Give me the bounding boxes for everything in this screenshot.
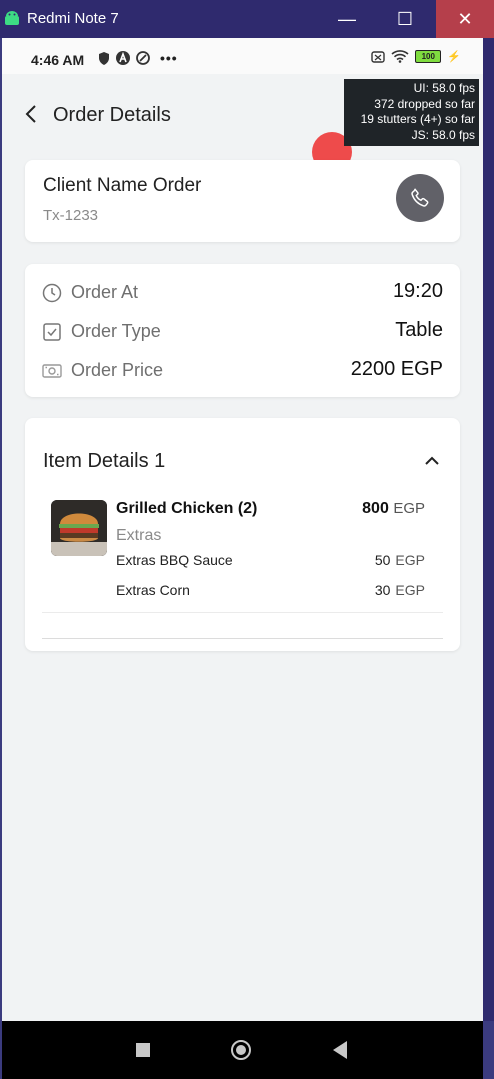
window-edge xyxy=(483,38,494,1021)
order-at-value: 19:20 xyxy=(392,280,443,302)
order-price-label: Order Price xyxy=(71,360,164,380)
a-badge-icon xyxy=(116,51,130,65)
phone-icon xyxy=(411,188,429,207)
clock-icon xyxy=(42,283,62,303)
order-type-label: Order Type xyxy=(71,321,161,341)
perf-stutters: 19 stutters (4+) so far xyxy=(360,112,475,126)
chevron-up-icon[interactable] xyxy=(424,456,440,466)
order-at-label: Order At xyxy=(71,282,139,302)
extra-row: Extras BBQ Sauce 50 EGP xyxy=(116,552,425,572)
more-notifications-icon: ••• xyxy=(160,50,178,66)
sync-icon xyxy=(136,51,150,65)
extra-price-currency: EGP xyxy=(395,552,425,568)
maximize-button[interactable]: ☐ xyxy=(376,0,434,38)
order-type-value: Table xyxy=(395,319,443,341)
item-name: Grilled Chicken (2) xyxy=(116,500,258,517)
order-at-row: Order At 19:20 xyxy=(42,278,443,306)
sim-off-icon xyxy=(371,50,385,63)
recents-icon[interactable] xyxy=(136,1043,150,1057)
back-triangle-icon[interactable] xyxy=(333,1041,347,1059)
perf-js-fps: JS: 58.0 fps xyxy=(411,127,475,142)
phone-screen: 4:46 AM ••• 100 ⚡ Order Details UI: 58.0… xyxy=(2,38,483,1021)
divider xyxy=(42,612,443,613)
status-time: 4:46 AM xyxy=(31,52,85,68)
window-title-bar: Redmi Note 7 — ☐ ✕ xyxy=(0,0,494,38)
order-info-card: Order At 19:20 Order Type Table Order Pr… xyxy=(25,264,460,397)
divider xyxy=(42,638,443,639)
order-type-row: Order Type Table xyxy=(42,317,443,345)
client-card: Client Name Order Tx-1233 xyxy=(25,160,460,242)
minimize-button[interactable]: — xyxy=(318,0,376,38)
order-price-value: 2200 EGP xyxy=(350,358,443,380)
item-price-value: 800 xyxy=(362,500,389,517)
checkbox-icon xyxy=(43,323,61,341)
page-title: Order Details xyxy=(53,104,171,126)
item-price-currency: EGP xyxy=(393,500,425,517)
charging-icon: ⚡ xyxy=(447,51,461,63)
status-bar: 4:46 AM ••• 100 ⚡ xyxy=(2,38,483,74)
window-title: Redmi Note 7 xyxy=(27,10,119,27)
extra-name: Extras Corn xyxy=(116,582,190,598)
home-icon[interactable] xyxy=(231,1040,251,1060)
transaction-id: Tx-1233 xyxy=(43,207,99,224)
extra-row: Extras Corn 30 EGP xyxy=(116,582,425,602)
burger-image xyxy=(51,500,107,556)
order-price-row: Order Price 2200 EGP xyxy=(42,356,443,384)
close-button[interactable]: ✕ xyxy=(436,0,494,38)
money-icon xyxy=(42,364,62,378)
shield-icon xyxy=(99,51,109,65)
android-nav-bar xyxy=(2,1021,483,1079)
perf-dropped: 372 dropped so far xyxy=(374,96,475,111)
extras-label: Extras xyxy=(116,527,162,544)
extra-name: Extras BBQ Sauce xyxy=(116,552,233,568)
item-price: 800 EGP xyxy=(362,500,425,518)
call-button[interactable] xyxy=(396,174,444,222)
item-details-card: Item Details 1 Grilled Chicken (2) 800 E… xyxy=(25,418,460,651)
client-name: Client Name Order xyxy=(43,175,202,196)
extra-price-currency: EGP xyxy=(395,582,425,598)
battery-icon: 100 xyxy=(415,50,442,63)
item-details-header[interactable]: Item Details 1 xyxy=(43,450,165,473)
extra-price: 30 EGP xyxy=(375,582,425,598)
perf-monitor-overlay: UI: 58.0 fps 372 dropped so far 19 stutt… xyxy=(344,79,479,146)
extra-price: 50 EGP xyxy=(375,552,425,568)
back-arrow-icon[interactable] xyxy=(24,104,38,124)
perf-ui-fps: UI: 58.0 fps xyxy=(413,81,475,95)
wifi-icon xyxy=(391,50,409,63)
android-app-icon xyxy=(5,11,19,25)
extra-price-value: 50 xyxy=(374,552,391,568)
extra-price-value: 30 xyxy=(374,582,391,598)
